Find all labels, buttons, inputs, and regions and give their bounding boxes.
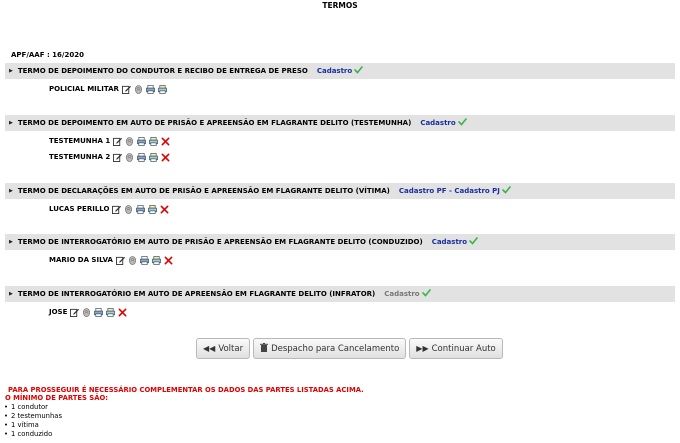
delete-icon[interactable] xyxy=(161,153,170,162)
edit-icon[interactable] xyxy=(115,256,125,265)
continue-button[interactable]: ▶▶ Continuar Auto xyxy=(409,338,503,359)
fingerprint-icon[interactable] xyxy=(125,152,134,162)
term-section: ▶ TERMO DE INTERROGATÓRIO EM AUTO DE PRIS… xyxy=(5,234,675,268)
print-icon[interactable] xyxy=(137,152,147,162)
warning-line-1: PARA PROSSEGUIR É NECESSÁRIO COMPLEMENTA… xyxy=(8,386,364,394)
term-section: ▶ TERMO DE DEPOIMENTO EM AUTO DE PRISÃO E… xyxy=(5,115,675,165)
party-row: LUCAS PERILLO xyxy=(5,201,675,217)
delete-icon[interactable] xyxy=(164,256,173,265)
cancel-dispatch-label: Despacho para Cancelamento xyxy=(271,343,400,354)
expand-arrow-icon[interactable]: ▶ xyxy=(9,120,13,126)
term-title: TERMO DE DEPOIMENTO DO CONDUTOR E RECIBO… xyxy=(17,67,308,75)
term-section: ▶ TERMO DE DECLARAÇÕES EM AUTO DE PRISÃO … xyxy=(5,183,675,217)
list-item: 1 conduzido xyxy=(4,430,62,439)
expand-arrow-icon[interactable]: ▶ xyxy=(9,68,13,74)
edit-icon[interactable] xyxy=(113,153,123,162)
fingerprint-icon[interactable] xyxy=(134,84,143,94)
print-copy-icon[interactable] xyxy=(157,84,167,94)
fingerprint-icon[interactable] xyxy=(128,255,137,265)
fingerprint-icon[interactable] xyxy=(125,136,134,146)
party-row: JOSE xyxy=(5,304,675,320)
term-header[interactable]: ▶ TERMO DE DEPOIMENTO DO CONDUTOR E RECIB… xyxy=(5,63,675,79)
register-link[interactable]: Cadastro xyxy=(384,290,419,298)
checkmark-icon xyxy=(354,65,364,77)
party-name: JOSE xyxy=(49,308,68,316)
page-title: TERMOS xyxy=(322,1,358,10)
party-row: MARIO DA SILVA xyxy=(5,252,675,268)
cancel-dispatch-button[interactable]: Despacho para Cancelamento xyxy=(253,338,407,359)
print-icon[interactable] xyxy=(136,204,146,214)
warning-message: PARA PROSSEGUIR É NECESSÁRIO COMPLEMENTA… xyxy=(5,386,364,402)
action-bar: ◀◀ Voltar Despacho para Cancelamento ▶▶ … xyxy=(196,338,503,359)
back-button[interactable]: ◀◀ Voltar xyxy=(196,338,251,359)
register-link[interactable]: Cadastro xyxy=(317,67,352,75)
print-icon[interactable] xyxy=(137,136,147,146)
party-name: POLICIAL MILITAR xyxy=(49,85,119,93)
expand-arrow-icon[interactable]: ▶ xyxy=(9,188,13,194)
requirements-list: 1 condutor 2 testemunhas 1 vítima 1 cond… xyxy=(4,403,62,439)
back-button-label: Voltar xyxy=(218,343,244,354)
print-icon[interactable] xyxy=(145,84,155,94)
expand-arrow-icon[interactable]: ▶ xyxy=(9,291,13,297)
print-copy-icon[interactable] xyxy=(106,307,116,317)
party-row: TESTEMUNHA 1 xyxy=(5,133,675,149)
term-header[interactable]: ▶ TERMO DE DEPOIMENTO EM AUTO DE PRISÃO E… xyxy=(5,115,675,131)
register-link[interactable]: Cadastro PF - Cadastro PJ xyxy=(399,187,500,195)
checkmark-icon xyxy=(502,185,511,197)
edit-icon[interactable] xyxy=(70,308,80,317)
list-item: 2 testemunhas xyxy=(4,412,62,421)
term-section: ▶ TERMO DE INTERROGATÓRIO EM AUTO DE APRE… xyxy=(5,286,675,320)
term-title: TERMO DE INTERROGATÓRIO EM AUTO DE PRISÃ… xyxy=(17,238,423,246)
edit-icon[interactable] xyxy=(112,205,122,214)
double-chevron-left-icon: ◀◀ xyxy=(203,344,216,353)
checkmark-icon xyxy=(457,117,467,129)
print-copy-icon[interactable] xyxy=(149,136,159,146)
edit-icon[interactable] xyxy=(113,137,123,146)
term-title: TERMO DE DEPOIMENTO EM AUTO DE PRISÃO E … xyxy=(17,119,412,127)
list-item: 1 condutor xyxy=(4,403,62,412)
delete-icon[interactable] xyxy=(161,137,170,146)
expand-arrow-icon[interactable]: ▶ xyxy=(9,239,13,245)
continue-button-label: Continuar Auto xyxy=(431,343,496,354)
list-item: 1 vítima xyxy=(4,421,62,430)
party-row: TESTEMUNHA 2 xyxy=(5,149,675,165)
term-section: ▶ TERMO DE DEPOIMENTO DO CONDUTOR E RECIB… xyxy=(5,63,675,97)
checkmark-icon xyxy=(469,236,478,248)
double-chevron-right-icon: ▶▶ xyxy=(416,344,429,353)
print-copy-icon[interactable] xyxy=(149,152,159,162)
term-title: TERMO DE DECLARAÇÕES EM AUTO DE PRISÃO E… xyxy=(17,187,390,195)
apf-number: APF/AAF : 16/2020 xyxy=(11,51,84,59)
print-icon[interactable] xyxy=(140,255,149,265)
trash-icon xyxy=(260,343,269,354)
term-header[interactable]: ▶ TERMO DE INTERROGATÓRIO EM AUTO DE PRIS… xyxy=(5,234,675,250)
party-name: TESTEMUNHA 2 xyxy=(49,153,111,161)
party-name: MARIO DA SILVA xyxy=(49,256,113,264)
party-row: POLICIAL MILITAR xyxy=(5,81,675,97)
party-name: LUCAS PERILLO xyxy=(49,205,110,213)
term-title: TERMO DE INTERROGATÓRIO EM AUTO DE APREE… xyxy=(17,290,376,298)
delete-icon[interactable] xyxy=(118,308,127,317)
fingerprint-icon[interactable] xyxy=(82,307,91,317)
register-link[interactable]: Cadastro xyxy=(420,119,455,127)
delete-icon[interactable] xyxy=(160,205,169,214)
print-icon[interactable] xyxy=(94,307,104,317)
term-header[interactable]: ▶ TERMO DE DECLARAÇÕES EM AUTO DE PRISÃO … xyxy=(5,183,675,199)
term-header[interactable]: ▶ TERMO DE INTERROGATÓRIO EM AUTO DE APRE… xyxy=(5,286,675,302)
print-copy-icon[interactable] xyxy=(148,204,158,214)
register-link[interactable]: Cadastro xyxy=(432,238,467,246)
edit-icon[interactable] xyxy=(121,85,131,94)
party-name: TESTEMUNHA 1 xyxy=(49,137,111,145)
warning-line-2: O MÍNIMO DE PARTES SÃO: xyxy=(5,394,108,402)
fingerprint-icon[interactable] xyxy=(124,204,133,214)
checkmark-icon xyxy=(421,288,431,300)
print-copy-icon[interactable] xyxy=(152,255,161,265)
